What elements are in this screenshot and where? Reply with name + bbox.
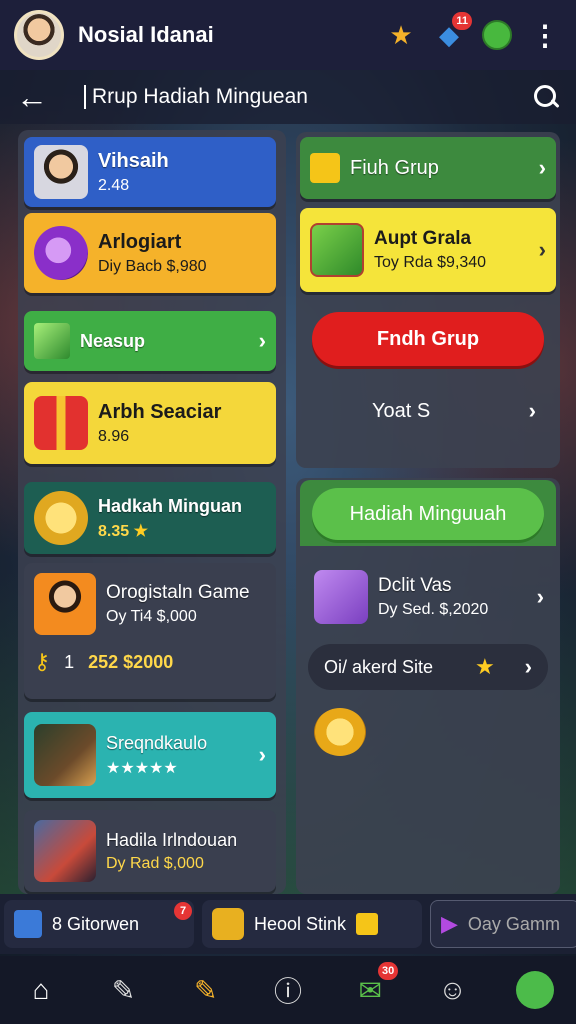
tab-strip: 8 Gitorwen 7 Heool Stink ▶ Oay Gamm [0,894,576,954]
tab-heool-stink[interactable]: Heool Stink [202,900,422,948]
card-title: Hadila Irlndouan [106,829,238,850]
row-label: Oi/ akerd Site [324,656,434,677]
chevron-right-icon: › [258,742,266,767]
tab-label: 8 Gitorwen [52,913,140,934]
card-title: Hadkah Minguan [98,495,243,516]
card-title: Dclit Vas [378,575,452,596]
notification-badge: 30 [378,962,399,980]
card-subtitle: Dy Sed. $,2020 [378,601,489,618]
card-subtitle: Oy Ti4 $,000 [106,608,197,625]
gift-icon [314,570,368,624]
tab-gitorwen[interactable]: 8 Gitorwen 7 [4,900,194,948]
gem-icon [34,323,70,359]
tab-label: Oay Gamm [467,913,560,934]
card-subtitle: Diy Bacb $,980 [98,257,207,275]
card-title: Fiuh Grup [350,156,439,179]
search-icon[interactable] [532,83,560,111]
trophy-icon [310,153,340,183]
rating-stars: ★★★★★ [106,759,178,777]
game-thumb [310,223,364,277]
page-title: Rrup Hadiah Minguean [84,85,532,109]
potion-icon [34,226,88,280]
red-grup-button[interactable]: Fndh Grup [312,312,544,366]
yoat-row[interactable]: Yoat S › [300,388,556,434]
chevron-right-icon: › [524,654,532,679]
chevron-right-icon: › [538,155,546,180]
chevron-right-icon: › [538,237,546,262]
home-icon [14,910,42,938]
card-subtitle: 8.35 [98,522,130,540]
chevron-right-icon: › [528,398,536,423]
star-icon: ★ [133,522,148,540]
bottom-nav: ⌂ ✎ ✎ ⓘ ✉ 30 ☺ [0,956,576,1024]
chevron-right-icon: › [258,328,266,353]
warrior-thumb [34,820,96,882]
card-title: Aupt Grala [374,228,472,249]
info-icon[interactable]: ⓘ [266,968,310,1012]
gift-icon [34,396,88,450]
card-neasup[interactable]: Neasup › [24,311,276,371]
card-sreqndkaulo[interactable]: Sreqndkaulo ★★★★★ › [24,712,276,798]
star-icon: ★ [474,654,495,679]
card-title: Neasup [80,330,146,351]
card-subtitle: Toy Rda $9,340 [374,254,487,271]
site-row[interactable]: Oi/ akerd Site ★ › [308,644,548,690]
chevron-right-icon: › [536,584,544,609]
card-dclit-vas[interactable]: Dclit Vas Dy Sed. $,2020 › [304,560,554,634]
card-title: Arbh Seaciar [98,400,222,423]
sub-header: ← Rrup Hadiah Minguean [0,70,576,124]
card-reward-row: ⚷ 1 252 $2000 [34,649,173,675]
card-title: Orogistaln Game [106,582,250,603]
card-title: Arlogiart [98,230,182,253]
card-hadila[interactable]: Hadila Irlndouan Dy Rad $,000 [24,810,276,892]
notification-badge: 11 [452,12,472,30]
more-icon[interactable]: ⋮ [528,18,562,52]
card-title: Vihsaih [98,149,169,172]
edit-icon[interactable]: ✎ [184,968,228,1012]
card-fiuh-grup[interactable]: Fiuh Grup › [300,137,556,199]
card-subtitle: 2.48 [98,176,130,194]
shield-icon[interactable]: ◆ 11 [432,12,472,52]
row-label: Yoat S [372,399,431,422]
reward-prefix: 1 [64,651,75,672]
top-bar: Nosial Idanai ★ ◆ 11 ⋮ [0,0,576,70]
card-hadkah-minguan[interactable]: Hadkah Minguan 8.35 ★ [24,482,276,554]
crate-icon [212,908,244,940]
link-icon[interactable]: ✎ [101,968,145,1012]
play-icon: ▶ [441,911,458,936]
profile-icon[interactable]: ☺ [431,968,475,1012]
package-icon [356,913,379,935]
card-header-row: Orogistaln Game Oy Ti4 $,000 [34,573,266,635]
coin-icon [314,708,366,756]
card-aupt-grala[interactable]: Aupt Grala Toy Rda $9,340 › [300,208,556,292]
card-orogistaln-game[interactable]: Orogistaln Game Oy Ti4 $,000 ⚷ 1 252 $20… [24,563,276,699]
tab-label: Heool Stink [254,913,347,934]
card-subtitle: 8.96 [98,427,130,445]
hero-thumb [34,724,96,786]
back-arrow-icon[interactable]: ← [16,79,56,116]
mail-icon[interactable]: ✉ 30 [348,962,399,1012]
card-subtitle-row: 8.35 ★ [98,521,266,541]
key-icon: ⚷ [34,649,51,674]
account-icon[interactable] [513,968,557,1012]
card-subtitle: Dy Rad $,000 [106,854,204,872]
reward-value: 252 $2000 [88,651,174,672]
home-icon[interactable]: ⌂ [19,968,63,1012]
notification-badge: 7 [174,902,192,920]
player-thumb [34,573,96,635]
profile-thumb [34,145,88,199]
app-title: Nosial Idanai [78,22,214,47]
card-arbh-seaciar[interactable]: Arbh Seaciar 8.96 [24,382,276,464]
card-vihsaih[interactable]: Vihsaih 2.48 [24,137,276,207]
tab-oay-gamm[interactable]: ▶ Oay Gamm [430,900,576,948]
coin-icon [34,491,88,545]
star-icon[interactable]: ★ [384,18,418,52]
hadiah-minguuah-button[interactable]: Hadiah Minguuah [312,488,544,540]
clover-icon[interactable] [480,18,514,52]
avatar[interactable] [14,10,64,60]
card-title: Sreqndkaulo [106,732,208,753]
card-arlogiart[interactable]: Arlogiart Diy Bacb $,980 [24,213,276,293]
